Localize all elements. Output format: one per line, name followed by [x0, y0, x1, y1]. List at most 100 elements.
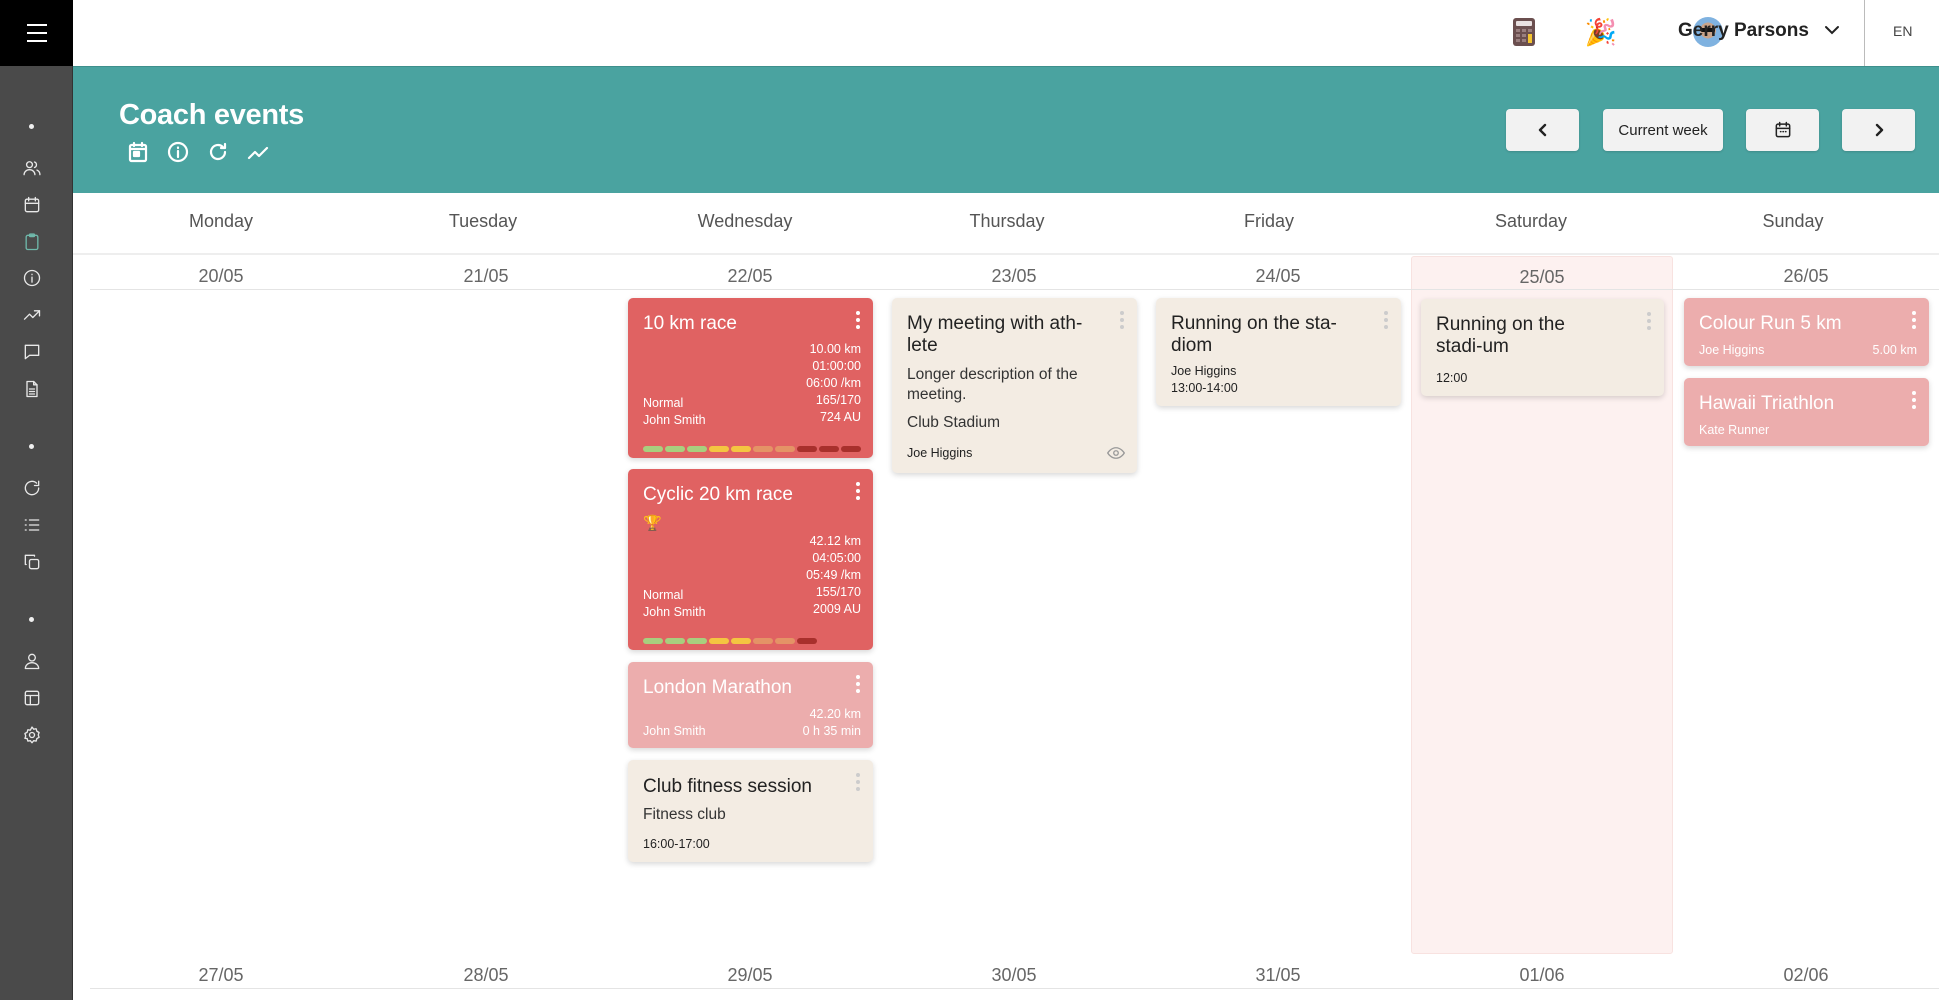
list-icon — [24, 519, 40, 531]
rpe-segment — [687, 638, 707, 644]
current-week-button[interactable]: Current week — [1603, 109, 1723, 151]
rpe-segment — [797, 446, 817, 452]
date-label[interactable]: 26/05 — [1675, 266, 1937, 287]
date-label[interactable]: 24/05 — [1147, 266, 1409, 287]
event-card-running-stadium[interactable]: Running on the stadi-um 12:00 — [1421, 299, 1664, 396]
date-label[interactable]: 28/05 — [355, 965, 617, 986]
header-calendar-button[interactable] — [125, 139, 151, 165]
info-icon — [167, 141, 189, 163]
nav-documents[interactable] — [19, 376, 45, 402]
nav-copy[interactable] — [19, 549, 45, 575]
event-menu-button[interactable] — [855, 773, 861, 791]
rpe-segment — [709, 446, 729, 452]
event-card-club-fitness[interactable]: Club fitness session Fitness club 16:00-… — [628, 760, 873, 862]
next-week-button[interactable] — [1842, 109, 1915, 151]
calendar-icon — [128, 141, 148, 163]
event-menu-button[interactable] — [1911, 391, 1917, 409]
date-label[interactable]: 25/05 — [1411, 267, 1673, 288]
event-card-10km-race[interactable]: 10 km race 10.00 km 01:00:00 06:00 /km 1… — [628, 298, 873, 458]
date-label[interactable]: 23/05 — [883, 266, 1145, 287]
event-duration: 0 h 35 min — [802, 724, 861, 738]
nav-list[interactable] — [19, 512, 45, 538]
date-label[interactable]: 21/05 — [355, 266, 617, 287]
calendar-icon — [24, 196, 40, 213]
rpe-segment — [709, 638, 729, 644]
event-card-hawaii-triathlon[interactable]: Hawaii Triathlon Kate Runner — [1684, 378, 1929, 446]
event-heart-rate: 155/170 — [815, 585, 861, 599]
date-label[interactable]: 22/05 — [619, 266, 881, 287]
event-menu-button[interactable] — [1911, 311, 1917, 329]
prev-week-button[interactable] — [1506, 109, 1579, 151]
rpe-segment — [731, 446, 751, 452]
hamburger-menu-button[interactable] — [0, 0, 73, 66]
header-actions — [125, 139, 271, 165]
nav-info[interactable] — [19, 265, 45, 291]
event-athlete: Joe Higgins — [907, 446, 973, 460]
event-menu-button[interactable] — [855, 482, 861, 500]
event-athlete: John Smith — [643, 605, 706, 619]
nav-coach-events[interactable] — [19, 229, 45, 255]
weekday-label: Thursday — [969, 211, 1045, 231]
nav-profile[interactable] — [19, 648, 45, 674]
event-location: Club Stadium — [907, 414, 1001, 431]
date-label[interactable]: 20/05 — [90, 266, 352, 287]
event-title: Colour Run 5 km — [1699, 313, 1842, 334]
event-card-colour-run[interactable]: Colour Run 5 km Joe Higgins 5.00 km — [1684, 298, 1929, 366]
event-time: 13:00-14:00 — [1171, 381, 1238, 395]
date-label[interactable]: 29/05 — [619, 965, 881, 986]
nav-refresh[interactable] — [19, 475, 45, 501]
eye-icon[interactable] — [1107, 446, 1125, 460]
refresh-icon — [24, 480, 40, 496]
event-athlete: John Smith — [643, 724, 706, 738]
nav-messages[interactable] — [19, 339, 45, 365]
event-title: 10 km race — [643, 313, 737, 334]
rpe-segment — [841, 446, 861, 452]
weekday-label: Monday — [188, 211, 254, 231]
weekday-label: Saturday — [1494, 211, 1568, 231]
trend-icon — [247, 146, 269, 160]
rpe-segment — [775, 638, 795, 644]
event-menu-button[interactable] — [1646, 312, 1652, 330]
date-label[interactable]: 30/05 — [883, 965, 1145, 986]
header-trend-button[interactable] — [245, 139, 271, 165]
chevron-down-icon[interactable] — [1824, 22, 1840, 38]
nav-settings[interactable] — [19, 722, 45, 748]
weekday-label: Wednesday — [697, 211, 793, 231]
sidebar — [0, 0, 73, 1000]
divider — [90, 988, 1939, 989]
event-card-cyclic-race[interactable]: Cyclic 20 km race 🏆 42.12 km 04:05:00 05… — [628, 469, 873, 650]
event-location: Fitness club — [643, 806, 726, 823]
rpe-segment — [643, 638, 663, 644]
event-intensity: Normal — [643, 588, 684, 602]
header-refresh-button[interactable] — [205, 139, 231, 165]
language-selector[interactable]: EN — [1893, 23, 1912, 39]
rpe-segment — [753, 446, 773, 452]
chat-icon — [24, 344, 40, 360]
date-label[interactable]: 02/06 — [1675, 965, 1937, 986]
event-menu-button[interactable] — [855, 311, 861, 329]
event-menu-button[interactable] — [1383, 311, 1389, 329]
event-menu-button[interactable] — [855, 675, 861, 693]
event-athlete: Joe Higgins — [1699, 343, 1765, 357]
nav-analytics[interactable] — [19, 302, 45, 328]
date-label[interactable]: 31/05 — [1147, 965, 1409, 986]
header-info-button[interactable] — [165, 139, 191, 165]
date-picker-button[interactable] — [1746, 109, 1819, 151]
date-label[interactable]: 01/06 — [1411, 965, 1673, 986]
nav-calendar[interactable] — [19, 192, 45, 218]
calculator-icon[interactable] — [1513, 18, 1535, 46]
event-distance: 42.20 km — [809, 707, 861, 721]
event-card-meeting[interactable]: My meeting with ath-lete Longer descript… — [892, 298, 1137, 473]
event-title: My meeting with ath-lete — [907, 313, 1083, 356]
date-label[interactable]: 27/05 — [90, 965, 352, 986]
event-card-running-stadium[interactable]: Running on the sta-diom Joe Higgins 13:0… — [1156, 298, 1401, 406]
user-name[interactable]: Gerry Parsons — [1678, 20, 1809, 42]
event-card-london-marathon[interactable]: London Marathon 42.20 km 0 h 35 min John… — [628, 662, 873, 748]
nav-layout[interactable] — [19, 685, 45, 711]
chevron-left-icon — [1538, 123, 1546, 137]
nav-users[interactable] — [19, 155, 45, 181]
nav-group-dot — [29, 444, 34, 449]
weekday-label: Tuesday — [448, 211, 518, 231]
event-menu-button[interactable] — [1119, 311, 1125, 329]
party-popper-icon[interactable]: 🎉 — [1585, 16, 1617, 48]
